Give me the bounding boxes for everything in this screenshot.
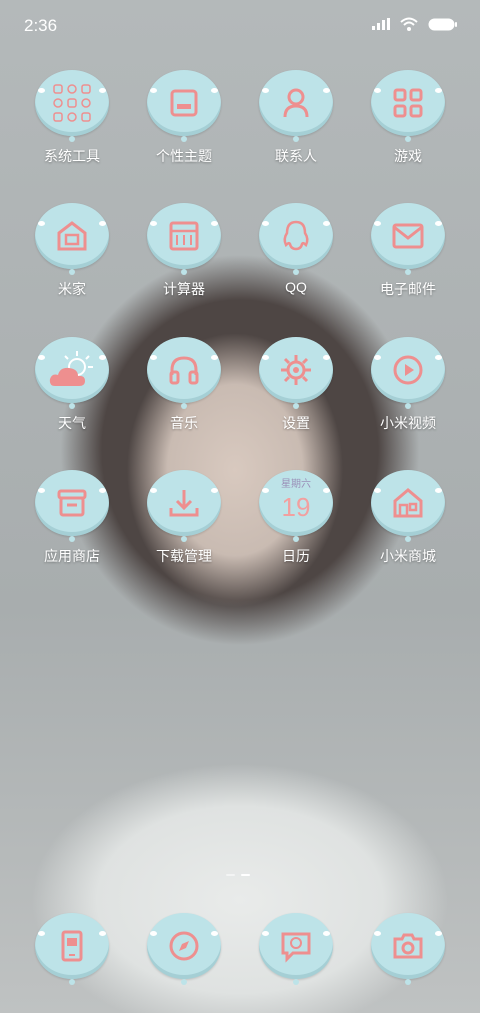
app-label: 小米商城 — [380, 548, 436, 564]
app-bubble — [35, 337, 109, 409]
app-label: 联系人 — [275, 148, 317, 164]
app-label: QQ — [285, 279, 307, 295]
mi-store-icon — [393, 488, 423, 518]
dock-messages[interactable] — [240, 913, 352, 985]
app-mi-home[interactable]: 米家 — [16, 203, 128, 299]
signal-icon — [372, 18, 390, 30]
app-label: 下载管理 — [156, 548, 212, 564]
app-calendar[interactable]: 星期六 19 日历 — [240, 470, 352, 566]
app-bubble — [35, 70, 109, 142]
app-qq[interactable]: QQ — [240, 203, 352, 295]
calculator-icon — [169, 221, 199, 251]
page-indicator — [226, 874, 250, 876]
app-mi-video[interactable]: 小米视频 — [352, 337, 464, 433]
camera-icon — [393, 933, 423, 959]
download-icon — [169, 490, 199, 517]
app-app-store[interactable]: 应用商店 — [16, 470, 128, 566]
app-system-tools[interactable]: 系统工具 — [16, 70, 128, 166]
dock-phone[interactable] — [16, 913, 128, 985]
headphones-icon — [169, 356, 199, 385]
app-label: 设置 — [282, 415, 310, 431]
app-label: 个性主题 — [156, 148, 212, 164]
app-bubble — [371, 913, 445, 985]
app-bubble — [259, 913, 333, 985]
system-tools-folder-icon — [53, 84, 91, 122]
app-bubble — [371, 203, 445, 275]
app-label: 系统工具 — [44, 148, 100, 164]
app-bubble — [35, 470, 109, 542]
battery-icon — [428, 18, 457, 30]
app-music[interactable]: 音乐 — [128, 337, 240, 433]
app-contacts[interactable]: 联系人 — [240, 70, 352, 166]
app-themes[interactable]: 个性主题 — [128, 70, 240, 166]
app-bubble — [371, 337, 445, 409]
contacts-icon — [283, 88, 309, 118]
weather-icon — [49, 351, 93, 386]
calendar-day: 19 — [281, 492, 311, 522]
app-bubble — [259, 203, 333, 275]
app-mi-store[interactable]: 小米商城 — [352, 470, 464, 566]
app-bubble — [259, 70, 333, 142]
email-icon — [392, 223, 424, 249]
settings-gear-icon — [281, 355, 311, 385]
phone-icon — [61, 930, 83, 962]
messages-icon — [281, 932, 311, 963]
app-label: 小米视频 — [380, 415, 436, 431]
app-bubble — [147, 70, 221, 142]
calendar-icon: 星期六 19 — [259, 470, 333, 542]
app-weather[interactable]: 天气 — [16, 337, 128, 433]
app-label: 天气 — [58, 415, 86, 431]
video-play-icon — [393, 355, 423, 385]
app-bubble — [35, 913, 109, 985]
page-dot[interactable] — [226, 874, 235, 876]
app-label: 米家 — [58, 281, 86, 297]
status-time: 2:36 — [24, 16, 58, 35]
app-store-icon — [57, 489, 87, 517]
app-email[interactable]: 电子邮件 — [352, 203, 464, 299]
browser-icon — [169, 931, 199, 961]
app-bubble — [371, 470, 445, 542]
app-label: 计算器 — [163, 281, 205, 297]
app-bubble — [147, 203, 221, 275]
status-icons — [372, 17, 458, 31]
app-bubble — [371, 70, 445, 142]
status-bar: 2:36 — [0, 0, 480, 52]
app-games[interactable]: 游戏 — [352, 70, 464, 166]
themes-icon — [170, 89, 198, 117]
games-grid-icon — [393, 88, 423, 118]
app-downloads[interactable]: 下载管理 — [128, 470, 240, 566]
app-settings[interactable]: 设置 — [240, 337, 352, 433]
wifi-icon — [400, 17, 418, 31]
app-bubble — [35, 203, 109, 275]
app-bubble — [147, 913, 221, 985]
app-bubble — [147, 470, 221, 542]
app-label: 日历 — [282, 548, 310, 564]
app-label: 音乐 — [170, 415, 198, 431]
app-label: 电子邮件 — [380, 281, 436, 297]
app-bubble — [147, 337, 221, 409]
page-dot-active[interactable] — [241, 874, 250, 876]
mi-home-icon — [57, 221, 87, 251]
dock-browser[interactable] — [128, 913, 240, 985]
calendar-weekday: 星期六 — [281, 479, 311, 490]
app-label: 应用商店 — [44, 548, 100, 564]
app-bubble — [259, 337, 333, 409]
dock-camera[interactable] — [352, 913, 464, 985]
app-calculator[interactable]: 计算器 — [128, 203, 240, 299]
qq-penguin-icon — [283, 220, 309, 251]
app-label: 游戏 — [394, 148, 422, 164]
